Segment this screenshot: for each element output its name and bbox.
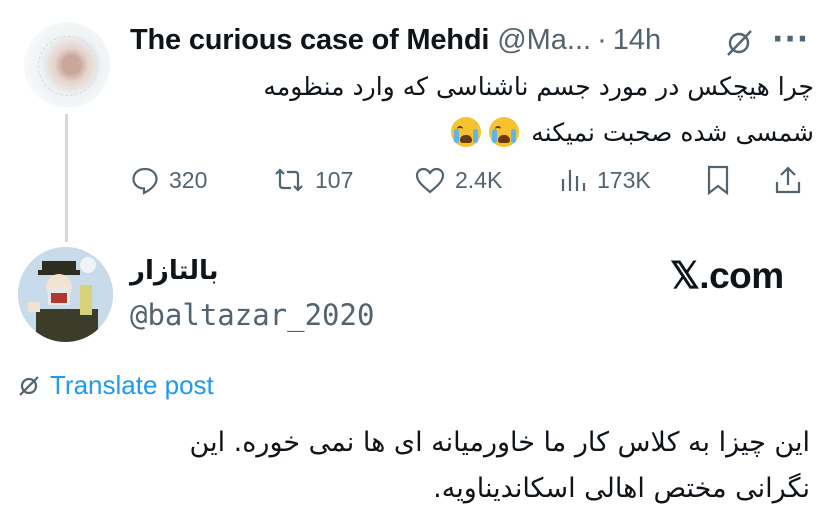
translate-slash-icon[interactable] xyxy=(722,26,756,60)
reply-count: 320 xyxy=(169,166,208,193)
reply-icon xyxy=(132,167,158,195)
analytics-icon xyxy=(561,170,586,191)
loudly-crying-face-icon xyxy=(451,117,482,147)
more-options-icon[interactable]: ··· xyxy=(772,25,808,58)
like-button[interactable]: 2.4K xyxy=(414,160,502,200)
author-handle[interactable]: @Ma... xyxy=(497,24,591,57)
share-icon xyxy=(775,166,801,194)
translate-slash-icon xyxy=(19,375,39,396)
quote-author-handle[interactable]: @baltazar_2020 xyxy=(130,298,374,332)
tweet-time[interactable]: 14h xyxy=(613,24,661,57)
translate-post-label: Translate post xyxy=(50,370,214,400)
tweet-text-line2: شمسی شده صحبت نمیکنه xyxy=(531,118,814,147)
tweet-text-line1: چرا هیچکس در مورد جسم ناشناسی که وارد من… xyxy=(263,72,814,101)
repost-count: 107 xyxy=(315,166,354,193)
views-button[interactable]: 173K xyxy=(558,160,651,200)
quote-text: این چیزا به کلاس کار ما خاورمیانه ای ها … xyxy=(20,420,810,512)
bookmark-icon xyxy=(707,165,729,196)
tweet-separator: · xyxy=(597,23,607,56)
tweet-text: چرا هیچکس در مورد جسم ناشناسی که وارد من… xyxy=(130,64,814,156)
quote-author-avatar[interactable] xyxy=(18,247,113,342)
views-count: 173K xyxy=(597,166,651,193)
like-count: 2.4K xyxy=(455,166,503,193)
repost-icon xyxy=(275,168,303,192)
share-button[interactable] xyxy=(772,160,804,200)
quote-text-line1: این چیزا به کلاس کار ما خاورمیانه ای ها … xyxy=(189,427,810,458)
author-name[interactable]: The curious case of Mehdi xyxy=(130,24,489,57)
tweet-header: The curious case of Mehdi @Ma... · 14h xyxy=(130,20,661,60)
loudly-crying-face-icon xyxy=(489,117,520,147)
heart-icon xyxy=(415,167,445,194)
tweet-text-line2-container: شمسی شده صحبت نمیکنه xyxy=(130,110,814,156)
bookmark-button[interactable] xyxy=(703,160,733,200)
thread-connector-line xyxy=(65,114,68,242)
author-avatar[interactable] xyxy=(24,22,110,108)
avatar-watermark xyxy=(38,36,98,96)
translate-post-link[interactable]: Translate post xyxy=(16,370,214,401)
reply-button[interactable]: 320 xyxy=(130,160,207,200)
repost-button[interactable]: 107 xyxy=(272,160,353,200)
quote-text-line2: نگرانی مختص اهالی اسکاندیناویه. xyxy=(433,473,810,504)
quote-author-name[interactable]: بالتازار xyxy=(130,256,219,286)
x-com-watermark: 𝕏.com xyxy=(670,255,784,296)
avatar-illustration xyxy=(18,247,113,342)
